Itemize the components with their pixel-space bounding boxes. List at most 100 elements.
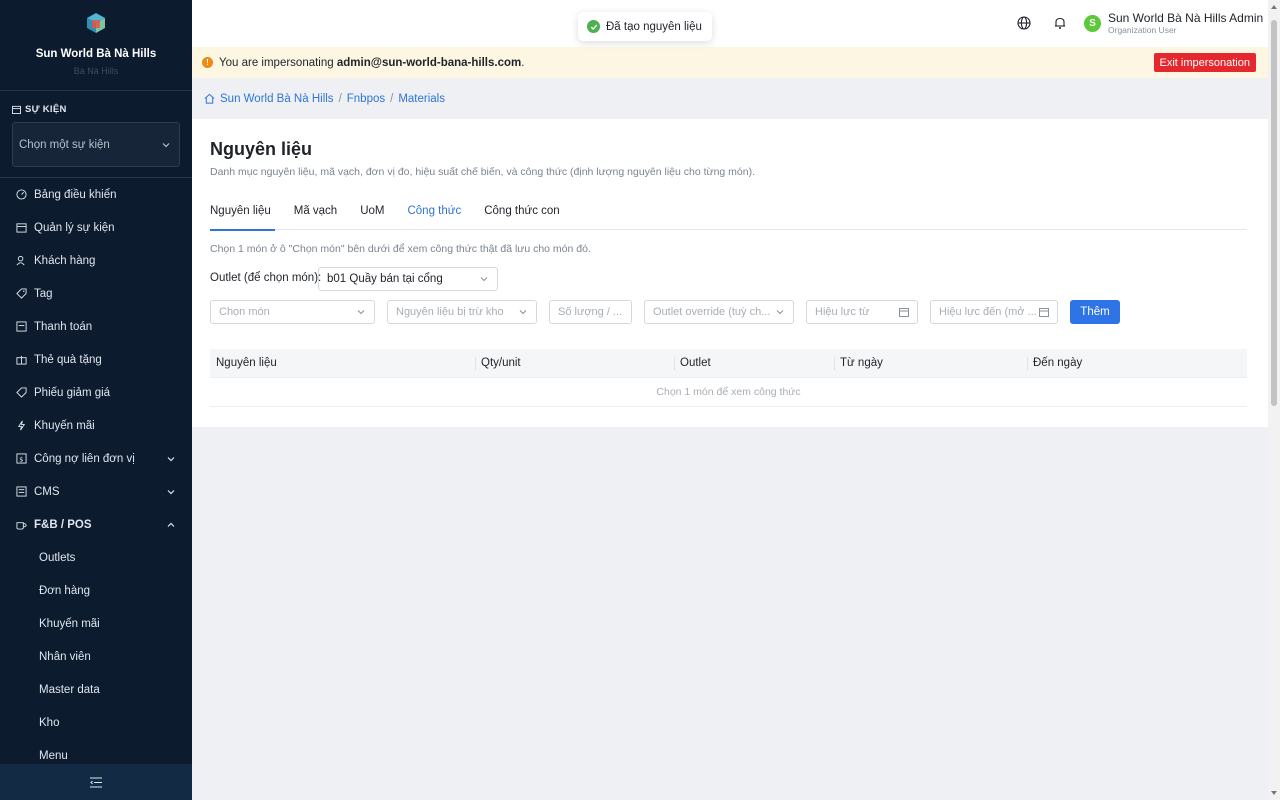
calendar-icon — [15, 222, 27, 234]
page-description: Danh mục nguyên liệu, mã vạch, đơn vị đo… — [210, 166, 756, 178]
valid-from-date[interactable]: Hiệu lực từ — [806, 300, 918, 324]
collapse-menu-icon — [90, 777, 102, 787]
sidebar-item-coupons[interactable]: Phiếu giảm giá — [0, 376, 192, 409]
sidebar-subitem-staff[interactable]: Nhân viên — [0, 640, 192, 673]
scrollbar-thumb[interactable] — [1271, 20, 1277, 406]
sidebar-item-label: CMS — [34, 485, 60, 498]
sidebar-subitem-master-data[interactable]: Master data — [0, 673, 192, 706]
globe-icon[interactable] — [1017, 16, 1031, 30]
sidebar-collapse-button[interactable] — [0, 764, 192, 800]
recipe-table: Nguyên liệu Qty/unit Outlet Từ ngày Đến … — [210, 349, 1247, 407]
avatar[interactable]: S — [1084, 15, 1101, 32]
outlet-override-select[interactable]: Outlet override (tuỳ ch... — [644, 300, 794, 324]
sidebar-subitem-warehouse[interactable]: Kho — [0, 706, 192, 739]
column-header-material[interactable]: Nguyên liệu — [210, 349, 475, 378]
scroll-down-arrow-icon[interactable] — [1271, 791, 1277, 795]
banner-email: admin@sun-world-bana-hills.com — [336, 56, 522, 69]
sidebar-item-cms[interactable]: CMS — [0, 475, 192, 508]
breadcrumb-separator: / — [338, 92, 342, 105]
column-header-to-date[interactable]: Đến ngày — [1027, 349, 1247, 378]
outlet-select[interactable]: b01 Quầy bán tại cổng — [318, 267, 498, 291]
sidebar-item-intercompany-debt[interactable]: $ Công nợ liên đơn vị — [0, 442, 192, 475]
success-toast: Đã tạo nguyên liệu — [578, 12, 712, 41]
sidebar-item-tag[interactable]: Tag — [0, 277, 192, 310]
valid-from-placeholder: Hiệu lực từ — [815, 306, 870, 318]
sidebar-item-payments[interactable]: Thanh toán — [0, 310, 192, 343]
chevron-down-icon — [167, 456, 175, 461]
materials-card: Nguyên liệu Danh mục nguyên liệu, mã vạc… — [192, 119, 1268, 427]
exit-impersonation-button[interactable]: Exit impersonation — [1153, 53, 1256, 72]
sidebar-subitem-promotions[interactable]: Khuyến mãi — [0, 607, 192, 640]
page-title: Nguyên liệu — [210, 139, 313, 159]
scroll-up-arrow-icon[interactable] — [1271, 5, 1277, 9]
chevron-down-icon — [519, 310, 527, 315]
breadcrumb-materials[interactable]: Materials — [398, 93, 445, 105]
sidebar-item-label: Khách hàng — [34, 254, 96, 267]
sidebar-item-label: Bảng điều khiển — [34, 188, 117, 201]
quantity-placeholder: Số lượng / ... — [558, 306, 623, 318]
sidebar-item-label: Khuyến mãi — [34, 419, 95, 432]
sidebar: Sun World Bà Nà Hills Bà Nà Hills SỰ KIỆ… — [0, 0, 192, 800]
warning-icon: ! — [202, 57, 213, 68]
event-section-heading: SỰ KIỆN — [12, 104, 67, 115]
calendar-icon — [1039, 308, 1049, 317]
event-select[interactable]: Chọn một sự kiện — [12, 122, 180, 167]
table-empty-state: Chọn 1 món để xem công thức — [210, 378, 1247, 407]
breadcrumb-fnbpos[interactable]: Fnbpos — [347, 93, 385, 105]
chevron-down-icon — [357, 310, 365, 315]
outlet-override-placeholder: Outlet override (tuỳ ch... — [653, 306, 771, 318]
chevron-down-icon — [480, 277, 488, 282]
page-scrollbar[interactable] — [1268, 0, 1280, 800]
sidebar-item-gift-cards[interactable]: Thẻ quà tặng — [0, 343, 192, 376]
sidebar-item-events[interactable]: Quản lý sự kiện — [0, 211, 192, 244]
recipe-hint: Chọn 1 món ở ô "Chọn món" bên dưới để xe… — [210, 243, 591, 255]
user-role: Organization User — [1108, 25, 1177, 35]
sidebar-item-label: Công nợ liên đơn vị — [34, 452, 135, 465]
sidebar-item-label: Thanh toán — [34, 320, 93, 333]
chevron-down-icon — [162, 142, 170, 147]
breadcrumb-org[interactable]: Sun World Bà Nà Hills — [220, 93, 334, 105]
tab-uom[interactable]: UoM — [360, 199, 384, 230]
org-logo-icon[interactable] — [84, 11, 108, 35]
sidebar-subitem-outlets[interactable]: Outlets — [0, 541, 192, 574]
breadcrumb-separator: / — [390, 92, 394, 105]
table-header: Nguyên liệu Qty/unit Outlet Từ ngày Đến … — [210, 349, 1247, 378]
cms-icon — [15, 486, 27, 498]
gift-icon — [15, 354, 27, 366]
quantity-input[interactable]: Số lượng / ... — [549, 300, 632, 324]
sidebar-brand: Sun World Bà Nà Hills Bà Nà Hills — [0, 0, 192, 91]
sidebar-item-customers[interactable]: Khách hàng — [0, 244, 192, 277]
tab-sub-recipes[interactable]: Công thức con — [484, 199, 559, 230]
chevron-down-icon — [776, 310, 784, 315]
user-name[interactable]: Sun World Bà Nà Hills Admin — [1108, 11, 1263, 25]
event-select-placeholder: Chọn một sự kiện — [19, 138, 110, 151]
tab-barcodes[interactable]: Mã vạch — [294, 199, 337, 230]
home-icon[interactable] — [204, 93, 215, 104]
org-subtitle: Bà Nà Hills — [73, 66, 119, 76]
bell-icon[interactable] — [1053, 16, 1067, 30]
column-header-from-date[interactable]: Từ ngày — [834, 349, 1027, 378]
material-select[interactable]: Nguyên liệu bị trừ kho — [387, 300, 537, 324]
chevron-up-icon — [167, 522, 175, 527]
coupon-icon — [15, 387, 27, 399]
column-header-outlet[interactable]: Outlet — [674, 349, 834, 378]
sidebar-subitem-orders[interactable]: Đơn hàng — [0, 574, 192, 607]
tab-recipes[interactable]: Công thức — [407, 199, 461, 230]
impersonation-banner: ! You are impersonating admin@sun-world-… — [192, 47, 1268, 78]
sidebar-item-label: Quản lý sự kiện — [34, 221, 115, 234]
tab-materials[interactable]: Nguyên liệu — [210, 199, 275, 231]
user-icon — [15, 255, 27, 267]
material-select-placeholder: Nguyên liệu bị trừ kho — [396, 306, 504, 318]
sidebar-item-fnb-pos[interactable]: F&B / POS — [0, 508, 192, 541]
valid-to-date[interactable]: Hiệu lực đến (mở ... — [930, 300, 1058, 324]
sidebar-item-dashboard[interactable]: Bảng điều khiển — [0, 178, 192, 211]
chevron-down-icon — [167, 489, 175, 494]
sidebar-item-promotions[interactable]: Khuyến mãi — [0, 409, 192, 442]
sidebar-item-label: Thẻ quà tặng — [34, 353, 102, 366]
add-recipe-button[interactable]: Thêm — [1070, 300, 1120, 324]
svg-text:$: $ — [19, 455, 23, 463]
sidebar-item-label: Tag — [34, 287, 53, 300]
dish-select[interactable]: Chọn món — [210, 300, 375, 324]
event-section-label: SỰ KIỆN — [25, 104, 67, 115]
column-header-qty[interactable]: Qty/unit — [475, 349, 674, 378]
